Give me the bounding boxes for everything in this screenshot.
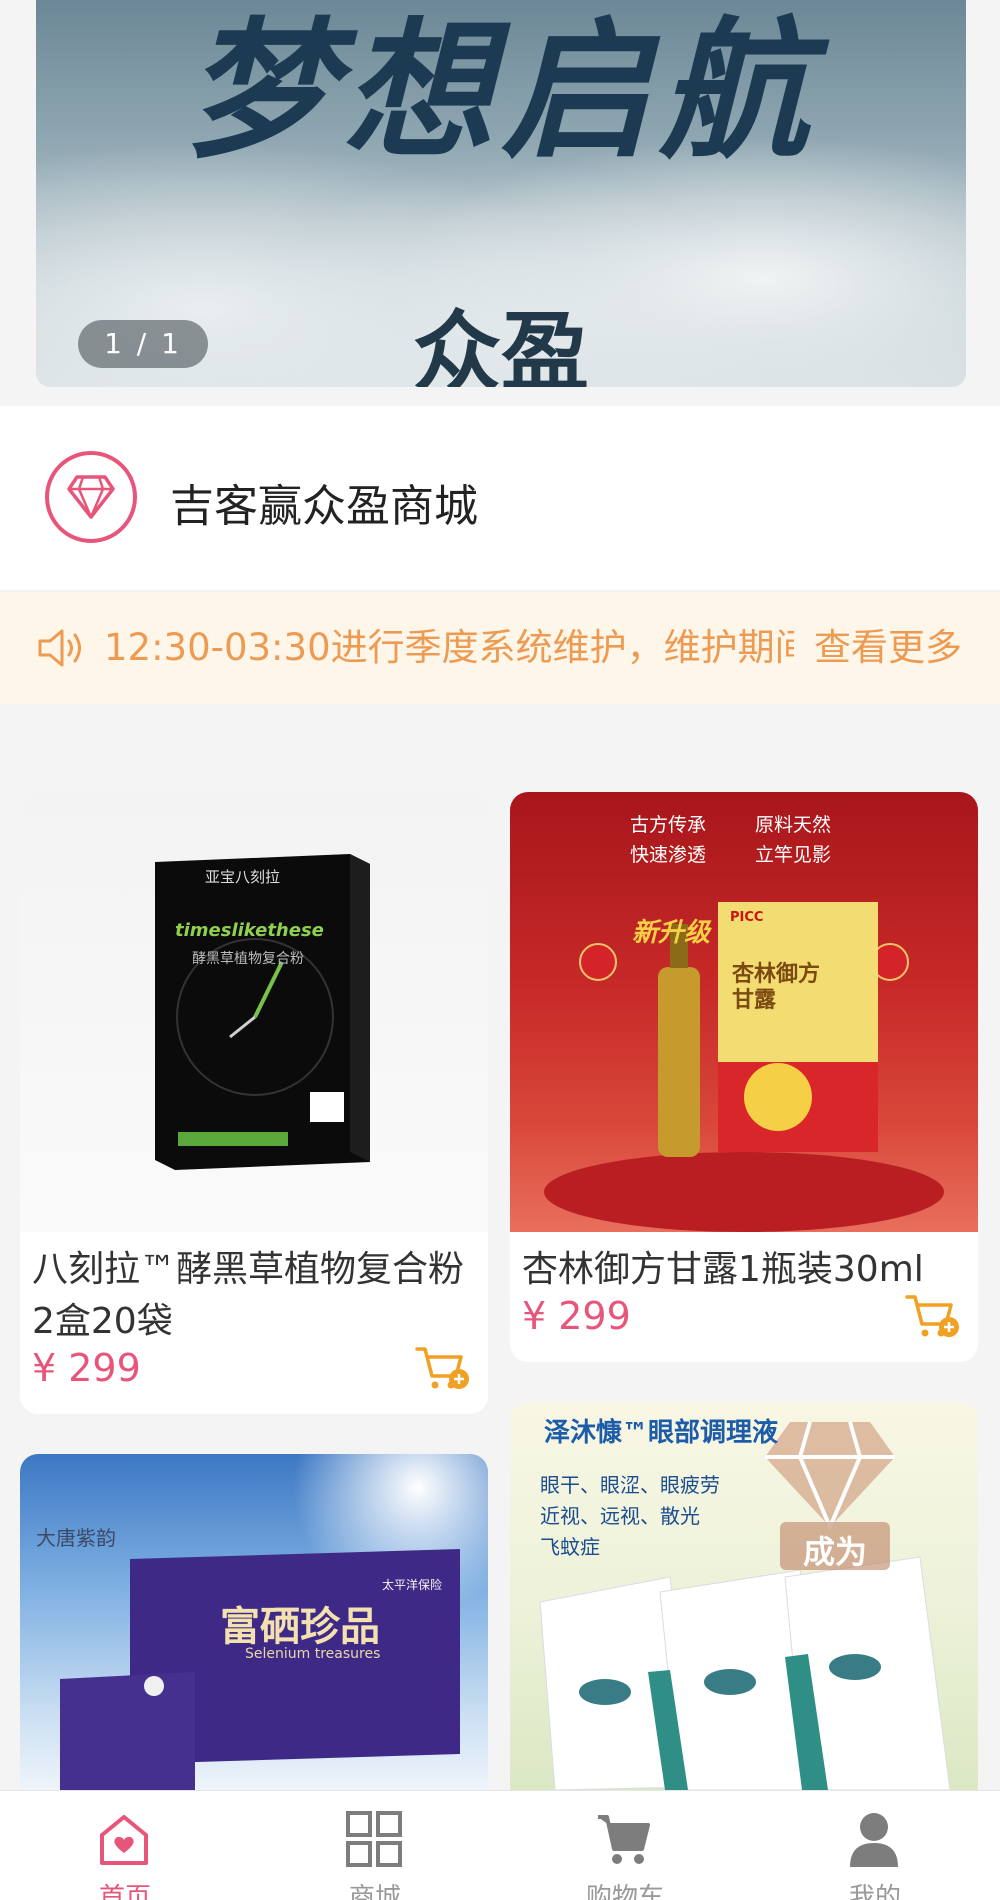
product-image-features: 古方传承 原料天然 快速渗透 立竿见影 <box>630 810 890 870</box>
tab-label: 首页 <box>98 1883 151 1900</box>
notice-bar[interactable]: 12:30-03:30进行季度系统维护，维护期间 查看更多 <box>0 592 1000 704</box>
product-image-brand: 大唐紫韵 <box>36 1526 116 1550</box>
feature-text: 原料天然 <box>755 814 832 836</box>
add-to-cart-icon[interactable] <box>414 1344 470 1392</box>
product-image-features: 眼干、眼涩、眼疲劳 近视、远视、散光 飞蚊症 <box>540 1470 720 1563</box>
vip-badge[interactable]: 成为VIP <box>780 1527 890 1611</box>
product-box-illustration <box>155 854 370 1170</box>
product-image[interactable]: 亚宝八刻拉 timeslikethese 酵黑草植物复合粉 <box>20 792 488 1232</box>
feature-text: 飞蚊症 <box>540 1535 600 1559</box>
product-image-line: 酵黑草植物复合粉 <box>192 951 304 967</box>
product-image-title: 泽沐慷™眼部调理液 <box>544 1418 779 1448</box>
tab-home[interactable]: 首页 <box>0 1791 250 1900</box>
user-icon <box>850 1813 898 1867</box>
product-image-box-title: 富硒珍品 <box>220 1603 380 1650</box>
product-image[interactable]: 古方传承 原料天然 快速渗透 立竿见影 新升级 PICC 杏林御方甘露 <box>510 792 978 1232</box>
tab-label: 商城 <box>348 1883 401 1900</box>
product-image-insurer: PICC <box>730 910 764 925</box>
add-to-cart-icon[interactable] <box>904 1292 960 1340</box>
banner-title: 梦想启航 <box>184 3 817 179</box>
cart-icon <box>598 1815 650 1864</box>
store-header: 吉客赢众盈商城 <box>0 406 1000 590</box>
product-card[interactable]: 古方传承 原料天然 快速渗透 立竿见影 新升级 PICC 杏林御方甘露 杏林御方甘露… <box>510 792 978 1362</box>
feature-text: 快速渗透 <box>630 844 707 866</box>
product-card[interactable]: 亚宝八刻拉 timeslikethese 酵黑草植物复合粉 八刻拉™酵黑草植物复… <box>20 792 488 1414</box>
notice-more-link[interactable]: 查看更多 <box>814 592 962 704</box>
product-image[interactable]: 泽沐慷™眼部调理液 眼干、眼涩、眼疲劳 近视、远视、散光 飞蚊症 成为VIP <box>510 1402 978 1790</box>
tab-mall[interactable]: 商城 <box>250 1791 500 1900</box>
product-image-box-title: 杏林御方甘露 <box>732 962 821 1013</box>
product-name[interactable]: 八刻拉™酵黑草植物复合粉2盒20袋 <box>32 1244 476 1348</box>
banner-pager: 1 / 1 <box>78 320 208 368</box>
product-image-brand: 亚宝八刻拉 <box>205 868 281 886</box>
page: 梦想启航 众盈 1 / 1 吉客赢众盈商城 12:30-03:30进行季度系统维… <box>0 0 1000 1900</box>
product-image-box-en: Selenium treasures <box>245 1646 381 1662</box>
bottom-tab-bar: 首页 商城 购物车 我的 <box>0 1790 1000 1900</box>
speaker-icon <box>38 629 81 667</box>
feature-text: 眼干、眼涩、眼疲劳 <box>540 1473 720 1497</box>
product-price: ¥ 299 <box>522 1294 631 1338</box>
tab-label: 购物车 <box>585 1883 664 1900</box>
diamond-icon <box>45 451 137 543</box>
feature-text: 古方传承 <box>630 814 707 836</box>
product-price: ¥ 299 <box>32 1346 141 1390</box>
product-image-tag: 新升级 <box>632 918 711 948</box>
home-icon <box>100 1815 148 1865</box>
tab-label: 我的 <box>848 1883 901 1900</box>
tab-mine[interactable]: 我的 <box>750 1791 1000 1900</box>
product-image-insurer: 太平洋保险 <box>382 1578 443 1592</box>
product-card[interactable]: 泽沐慷™眼部调理液 眼干、眼涩、眼疲劳 近视、远视、散光 飞蚊症 成为VIP <box>510 1402 978 1790</box>
feature-text: 近视、远视、散光 <box>540 1504 700 1528</box>
notice-text: 12:30-03:30进行季度系统维护，维护期间 <box>104 626 794 669</box>
product-card[interactable]: 大唐紫韵 富硒珍品 Selenium treasures 太平洋保险 <box>20 1454 488 1790</box>
product-image[interactable]: 大唐紫韵 富硒珍品 Selenium treasures 太平洋保险 <box>20 1454 488 1790</box>
grid-icon <box>346 1811 402 1867</box>
tab-cart[interactable]: 购物车 <box>500 1791 750 1900</box>
store-name: 吉客赢众盈商城 <box>170 481 478 532</box>
banner-carousel[interactable]: 梦想启航 众盈 1 / 1 <box>36 0 966 387</box>
product-box-illustration <box>539 1421 951 1790</box>
product-image-slogan: timeslikethese <box>175 920 324 941</box>
product-name[interactable]: 杏林御方甘露1瓶装30ml <box>522 1244 966 1296</box>
feature-text: 立竿见影 <box>755 844 832 866</box>
